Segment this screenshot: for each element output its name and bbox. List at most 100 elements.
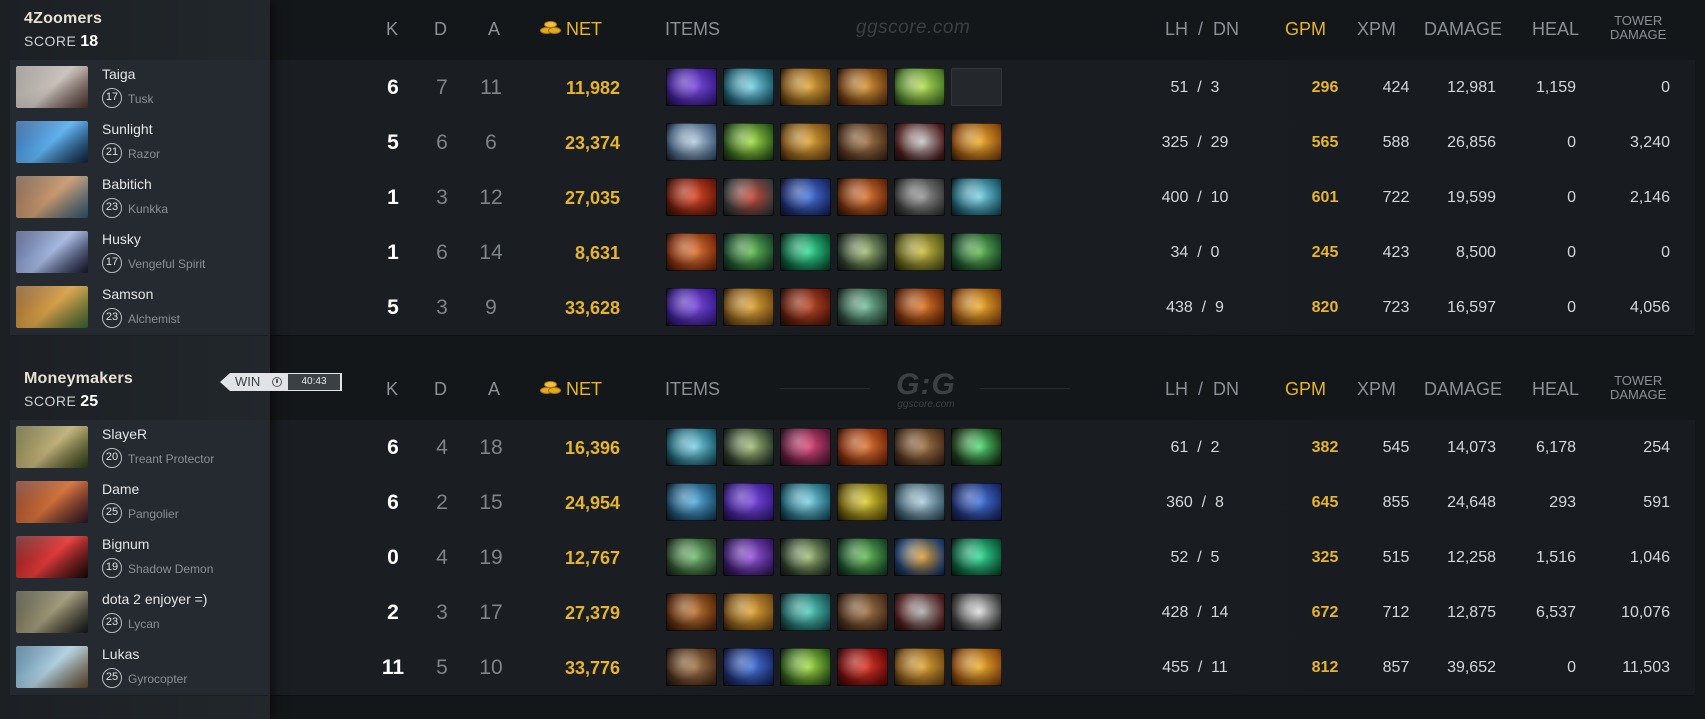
player-row[interactable]: Husky 17 Vengeful Spirit 1 6 14 34 / 0 245 423 8,… bbox=[0, 225, 1705, 281]
player-card[interactable]: Samson 23 Alchemist bbox=[10, 280, 268, 336]
item-icon[interactable] bbox=[723, 68, 774, 106]
item-icon[interactable] bbox=[780, 593, 831, 631]
item-icon[interactable] bbox=[894, 428, 945, 466]
item-icon[interactable] bbox=[666, 68, 717, 106]
tower-damage: 4,056 bbox=[1629, 299, 1670, 316]
player-name[interactable]: Lukas bbox=[102, 646, 139, 662]
player-card[interactable]: Taiga 17 Tusk bbox=[10, 60, 268, 116]
item-icon[interactable] bbox=[666, 428, 717, 466]
player-card[interactable]: SlayeR 20 Treant Protector bbox=[10, 420, 268, 476]
item-icon[interactable] bbox=[951, 123, 1002, 161]
item-icon[interactable] bbox=[666, 483, 717, 521]
item-icon[interactable] bbox=[837, 178, 888, 216]
item-icon[interactable] bbox=[837, 538, 888, 576]
item-icon[interactable] bbox=[837, 233, 888, 271]
item-icon[interactable] bbox=[837, 68, 888, 106]
player-row[interactable]: Sunlight 21 Razor 5 6 6 325 / 29 565 588 23,374 26… bbox=[0, 115, 1705, 171]
item-icon[interactable] bbox=[837, 123, 888, 161]
item-icon[interactable] bbox=[780, 483, 831, 521]
item-icon[interactable] bbox=[894, 123, 945, 161]
item-icon[interactable] bbox=[723, 483, 774, 521]
item-icon[interactable] bbox=[951, 593, 1002, 631]
item-icon[interactable] bbox=[666, 648, 717, 686]
hero-level: 25 bbox=[102, 503, 122, 523]
item-icon[interactable] bbox=[780, 233, 831, 271]
player-row[interactable]: dota 2 enjoyer =) 23 Lycan 2 3 17 428 / 14 672 7… bbox=[0, 585, 1705, 641]
item-icon[interactable] bbox=[894, 288, 945, 326]
player-row[interactable]: Lukas 25 Gyrocopter 11 5 10 455 / 11 812 857 33,7… bbox=[0, 640, 1705, 696]
item-icon[interactable] bbox=[780, 428, 831, 466]
player-name[interactable]: Taiga bbox=[102, 66, 135, 82]
player-name[interactable]: Sunlight bbox=[102, 121, 153, 137]
header-d: D bbox=[434, 379, 447, 399]
player-name[interactable]: dota 2 enjoyer =) bbox=[102, 591, 207, 607]
item-icon[interactable] bbox=[723, 123, 774, 161]
player-card[interactable]: Sunlight 21 Razor bbox=[10, 115, 268, 171]
item-icon[interactable] bbox=[837, 428, 888, 466]
player-card[interactable]: Husky 17 Vengeful Spirit bbox=[10, 225, 268, 281]
player-name[interactable]: SlayeR bbox=[102, 426, 147, 442]
item-icon[interactable] bbox=[894, 593, 945, 631]
item-icon[interactable] bbox=[666, 233, 717, 271]
player-name[interactable]: Babitich bbox=[102, 176, 152, 192]
item-icon[interactable] bbox=[951, 648, 1002, 686]
item-icon[interactable] bbox=[837, 483, 888, 521]
item-icon[interactable] bbox=[723, 428, 774, 466]
hero-level: 23 bbox=[102, 198, 122, 218]
player-name[interactable]: Samson bbox=[102, 286, 153, 302]
item-icon[interactable] bbox=[666, 288, 717, 326]
item-icon[interactable] bbox=[951, 288, 1002, 326]
item-icon[interactable] bbox=[666, 123, 717, 161]
item-icon[interactable] bbox=[894, 483, 945, 521]
item-icon[interactable] bbox=[780, 648, 831, 686]
item-icon[interactable] bbox=[723, 593, 774, 631]
item-icon[interactable] bbox=[780, 538, 831, 576]
header-a: A bbox=[488, 19, 501, 39]
item-icon[interactable] bbox=[894, 178, 945, 216]
player-row[interactable]: Bignum 19 Shadow Demon 0 4 19 52 / 5 325 515 12,7… bbox=[0, 530, 1705, 586]
item-icon[interactable] bbox=[894, 233, 945, 271]
player-row[interactable]: Taiga 17 Tusk 6 7 11 51 / 3 296 424 11,982 12,981 1… bbox=[0, 60, 1705, 116]
player-name[interactable]: Dame bbox=[102, 481, 139, 497]
item-icon[interactable] bbox=[951, 538, 1002, 576]
player-card[interactable]: Bignum 19 Shadow Demon bbox=[10, 530, 268, 586]
player-card[interactable]: dota 2 enjoyer =) 23 Lycan bbox=[10, 585, 268, 641]
item-icon[interactable] bbox=[894, 68, 945, 106]
empty-item-slot[interactable] bbox=[951, 68, 1002, 106]
gold-per-minute: 812 bbox=[1311, 659, 1339, 676]
item-icon[interactable] bbox=[951, 233, 1002, 271]
scoreboard: 4Zoomers SCORE 18 K D A ITEMS LH / DN GPM XPM DAMA… bbox=[0, 0, 1705, 719]
item-icon[interactable] bbox=[723, 288, 774, 326]
item-icon[interactable] bbox=[723, 538, 774, 576]
player-row[interactable]: SlayeR 20 Treant Protector 6 4 18 61 / 2 382 545… bbox=[0, 420, 1705, 476]
item-icon[interactable] bbox=[780, 178, 831, 216]
item-icon[interactable] bbox=[666, 593, 717, 631]
player-name[interactable]: Husky bbox=[102, 231, 141, 247]
item-icon[interactable] bbox=[951, 178, 1002, 216]
player-card[interactable]: Lukas 25 Gyrocopter bbox=[10, 640, 268, 696]
player-row[interactable]: Babitich 23 Kunkka 1 3 12 400 / 10 601 722 27,035… bbox=[0, 170, 1705, 226]
item-icon[interactable] bbox=[951, 483, 1002, 521]
item-icon[interactable] bbox=[666, 538, 717, 576]
item-icon[interactable] bbox=[951, 428, 1002, 466]
item-icon[interactable] bbox=[837, 288, 888, 326]
item-icon[interactable] bbox=[894, 648, 945, 686]
item-icon[interactable] bbox=[666, 178, 717, 216]
item-icon[interactable] bbox=[723, 233, 774, 271]
player-row[interactable]: Samson 23 Alchemist 5 3 9 438 / 9 820 723 33,628 1… bbox=[0, 280, 1705, 336]
deaths: 6 bbox=[436, 131, 448, 154]
item-icon[interactable] bbox=[894, 538, 945, 576]
last-hits-denies: 438 / 9 bbox=[1166, 299, 1224, 316]
player-card[interactable]: Babitich 23 Kunkka bbox=[10, 170, 268, 226]
item-icon[interactable] bbox=[837, 593, 888, 631]
item-icon[interactable] bbox=[780, 288, 831, 326]
item-icon[interactable] bbox=[723, 648, 774, 686]
player-row[interactable]: Dame 25 Pangolier 6 2 15 360 / 8 645 855 24,954 24… bbox=[0, 475, 1705, 531]
player-card[interactable]: Dame 25 Pangolier bbox=[10, 475, 268, 531]
item-icon[interactable] bbox=[780, 68, 831, 106]
item-icon[interactable] bbox=[723, 178, 774, 216]
player-name[interactable]: Bignum bbox=[102, 536, 149, 552]
item-icon[interactable] bbox=[837, 648, 888, 686]
item-icon[interactable] bbox=[780, 123, 831, 161]
hero-damage: 14,073 bbox=[1447, 439, 1496, 456]
